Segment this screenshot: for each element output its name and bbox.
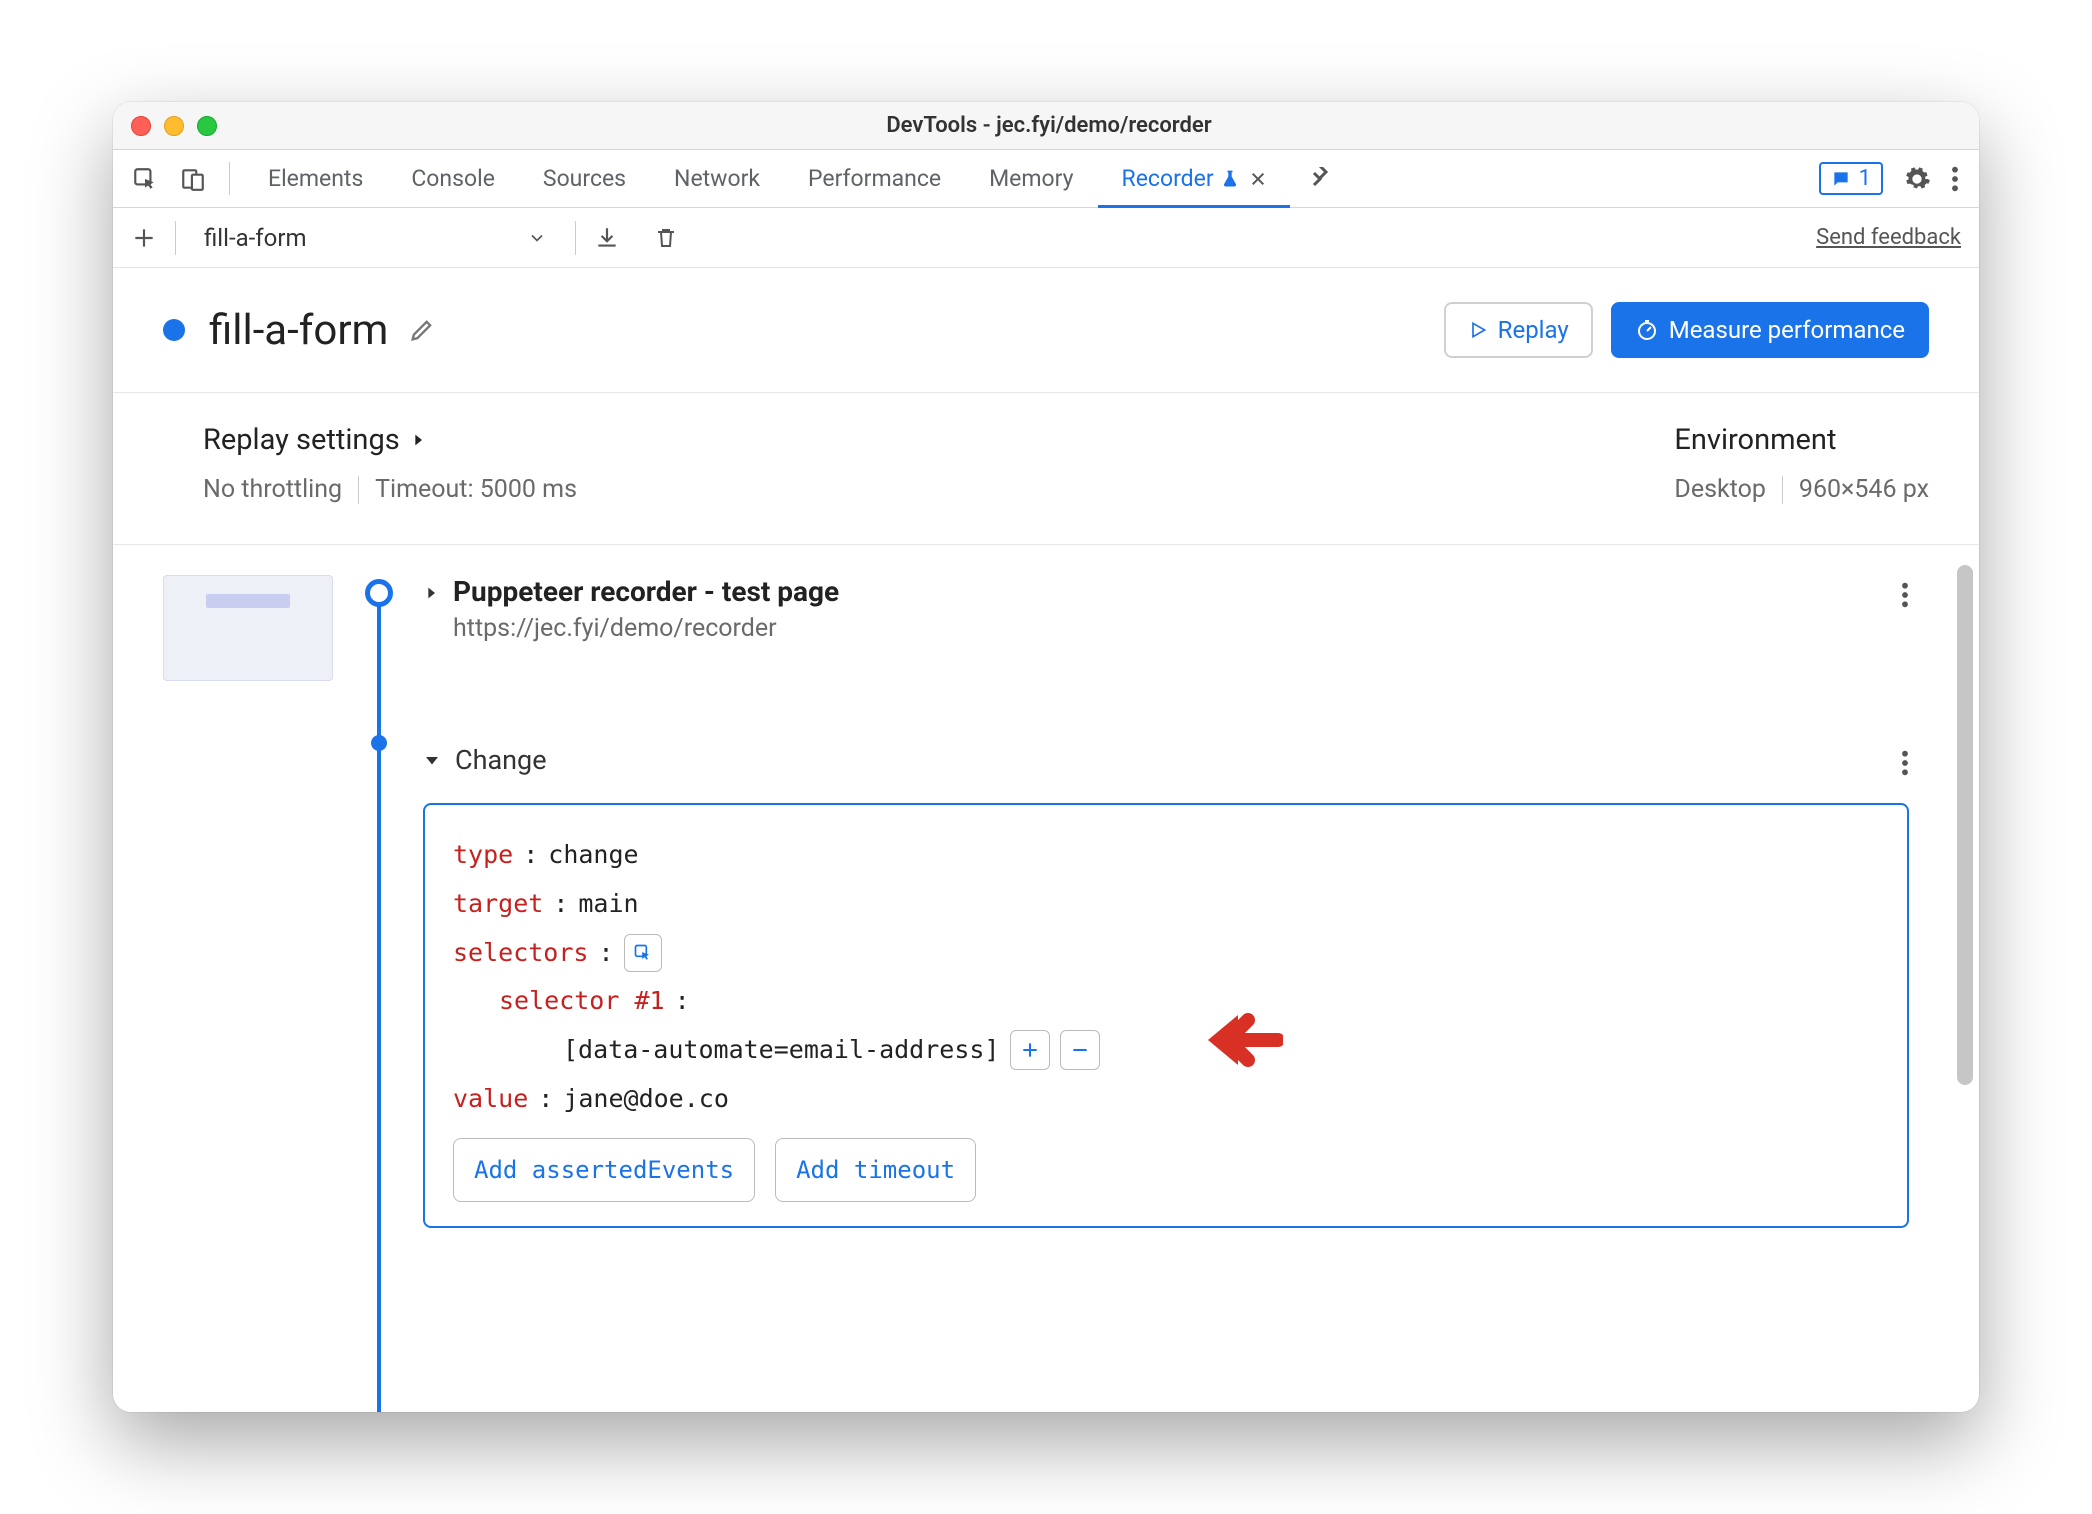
replay-button-label: Replay (1498, 316, 1569, 344)
expand-icon (423, 585, 439, 601)
recording-header: fill-a-form Replay Measure performance (113, 268, 1979, 393)
recording-select[interactable]: fill-a-form (194, 220, 557, 256)
issues-count: 1 (1859, 166, 1871, 191)
tab-elements[interactable]: Elements (244, 150, 387, 207)
viewport-value: 960×546 px (1799, 475, 1929, 504)
more-menu-icon[interactable] (1951, 165, 1959, 193)
timeline-node-start (365, 579, 393, 607)
step-change[interactable]: Change (423, 743, 1909, 777)
flask-icon (1220, 169, 1240, 189)
close-tab-icon[interactable] (1250, 171, 1266, 187)
add-selector-button[interactable] (1010, 1030, 1050, 1070)
devtools-tabs: Elements Console Sources Network Perform… (113, 150, 1979, 208)
replay-settings-label: Replay settings (203, 423, 400, 457)
scrollbar[interactable] (1957, 565, 1973, 1392)
step1-menu-icon[interactable] (1901, 575, 1909, 609)
remove-selector-button[interactable] (1060, 1030, 1100, 1070)
step1-url: https://jec.fyi/demo/recorder (453, 614, 839, 643)
window-title: DevTools - jec.fyi/demo/recorder (137, 113, 1961, 138)
step-detail-box: type: change target: main selectors: (423, 803, 1909, 1228)
type-value[interactable]: change (548, 831, 638, 880)
target-value[interactable]: main (578, 880, 638, 929)
add-timeout-button[interactable]: Add timeout (775, 1138, 976, 1203)
recording-title: fill-a-form (209, 306, 388, 355)
steps-body: Puppeteer recorder - test page https://j… (113, 545, 1979, 1412)
delete-button[interactable] (654, 225, 678, 251)
annotation-arrow-icon (1203, 1005, 1283, 1075)
titlebar: DevTools - jec.fyi/demo/recorder (113, 102, 1979, 150)
step1-title: Puppeteer recorder - test page (453, 575, 839, 608)
selector-value[interactable]: [data-automate=email-address] (563, 1026, 1000, 1075)
throttling-value: No throttling (203, 475, 342, 504)
step-navigate[interactable]: Puppeteer recorder - test page https://j… (423, 575, 1909, 643)
value-key: value (453, 1075, 528, 1124)
step2-title: Change (455, 744, 547, 776)
tab-recorder-label: Recorder (1122, 165, 1214, 192)
tab-recorder[interactable]: Recorder (1098, 150, 1290, 207)
scroll-thumb[interactable] (1957, 565, 1973, 1085)
recorder-toolbar: fill-a-form Send feedback (113, 208, 1979, 268)
settings-icon[interactable] (1903, 165, 1931, 193)
tab-sources[interactable]: Sources (519, 150, 650, 207)
tab-memory[interactable]: Memory (965, 150, 1097, 207)
timeout-value: Timeout: 5000 ms (375, 475, 577, 504)
device-value: Desktop (1674, 475, 1765, 504)
settings-row: Replay settings No throttling Timeout: 5… (113, 393, 1979, 545)
send-feedback-link[interactable]: Send feedback (1816, 225, 1961, 250)
edit-title-button[interactable] (408, 316, 436, 344)
replay-button[interactable]: Replay (1444, 302, 1593, 358)
selectors-key: selectors (453, 929, 588, 978)
recording-status-dot (163, 319, 185, 341)
measure-performance-button[interactable]: Measure performance (1611, 302, 1929, 358)
timeline-node-step (371, 735, 387, 751)
devtools-window: DevTools - jec.fyi/demo/recorder Element… (113, 102, 1979, 1412)
value-value[interactable]: jane@doe.co (563, 1075, 729, 1124)
type-key: type (453, 831, 513, 880)
replay-settings-toggle[interactable]: Replay settings (203, 423, 577, 457)
environment-label: Environment (1674, 423, 1929, 457)
tab-network[interactable]: Network (650, 150, 784, 207)
target-key: target (453, 880, 543, 929)
selector-label: selector #1 (499, 977, 665, 1026)
issues-chip[interactable]: 1 (1819, 162, 1883, 195)
new-recording-button[interactable] (131, 225, 157, 251)
timeline (363, 575, 423, 1412)
add-asserted-events-button[interactable]: Add assertedEvents (453, 1138, 755, 1203)
page-thumbnail (163, 575, 333, 681)
measure-button-label: Measure performance (1669, 316, 1905, 344)
inspect-icon[interactable] (123, 150, 167, 207)
step2-menu-icon[interactable] (1901, 743, 1909, 777)
export-button[interactable] (594, 225, 620, 251)
device-toggle-icon[interactable] (171, 150, 215, 207)
more-tabs-icon[interactable] (1294, 150, 1346, 207)
tab-performance[interactable]: Performance (784, 150, 965, 207)
tab-console[interactable]: Console (387, 150, 519, 207)
selector-picker-icon[interactable] (624, 934, 662, 972)
recording-select-label: fill-a-form (204, 224, 307, 252)
chevron-down-icon (527, 228, 547, 248)
